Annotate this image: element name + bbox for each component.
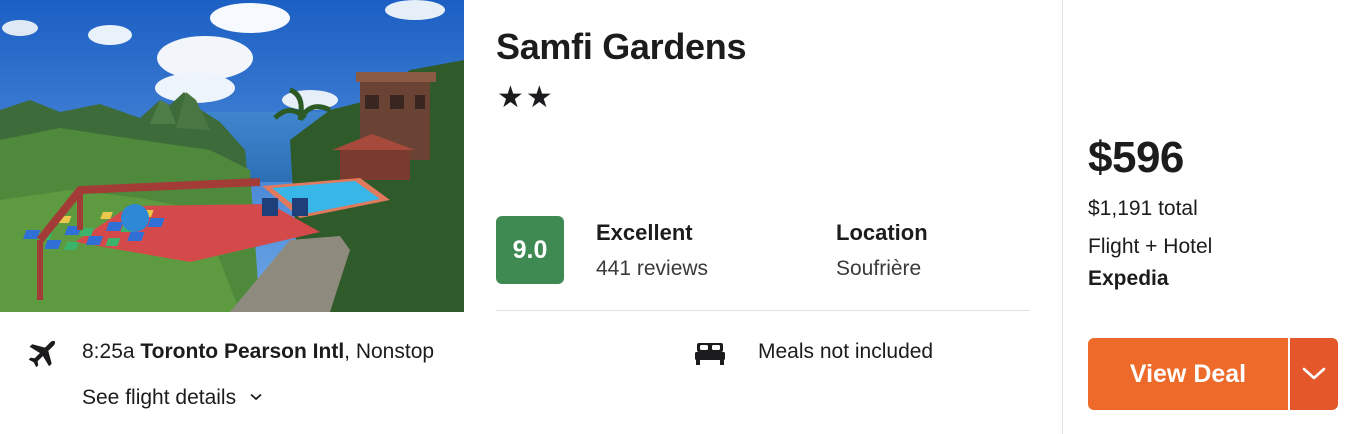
chevron-down-icon xyxy=(250,393,262,401)
deal-options-dropdown[interactable] xyxy=(1290,338,1338,410)
flight-details-label: See flight details xyxy=(82,386,237,409)
hotel-name[interactable]: Samfi Gardens xyxy=(496,26,747,68)
rating-score-badge: 9.0 xyxy=(496,216,564,284)
view-deal-button[interactable]: View Deal xyxy=(1088,338,1288,410)
review-count[interactable]: 441 reviews xyxy=(596,257,708,281)
meals-info: Meals not included xyxy=(758,340,934,363)
star-rating: ★★ xyxy=(497,81,555,114)
location-label: Location xyxy=(836,220,928,245)
chevron-down-icon xyxy=(1302,367,1326,380)
flight-time: 8:25a xyxy=(82,340,141,363)
hotel-photo[interactable] xyxy=(0,0,464,312)
package-type: Flight + Hotel xyxy=(1088,235,1213,258)
plane-icon xyxy=(28,340,56,368)
deal-card: Samfi Gardens ★★ 9.0 Excellent 441 revie… xyxy=(0,0,1358,434)
provider-name: Expedia xyxy=(1088,267,1169,290)
flight-stops: , Nonstop xyxy=(344,340,435,363)
rating-label: Excellent xyxy=(596,220,693,245)
price-total: $1,191 total xyxy=(1088,197,1198,220)
section-divider xyxy=(496,310,1030,311)
see-flight-details-link[interactable]: See flight details xyxy=(82,386,262,410)
bed-icon xyxy=(695,343,725,365)
column-divider xyxy=(1062,0,1063,434)
location-value: Soufrière xyxy=(836,257,922,280)
flight-airport: Toronto Pearson Intl xyxy=(140,340,345,363)
price-per-person: $596 xyxy=(1088,133,1184,182)
flight-summary: 8:25a Toronto Pearson Intl, Nonstop xyxy=(82,340,434,364)
